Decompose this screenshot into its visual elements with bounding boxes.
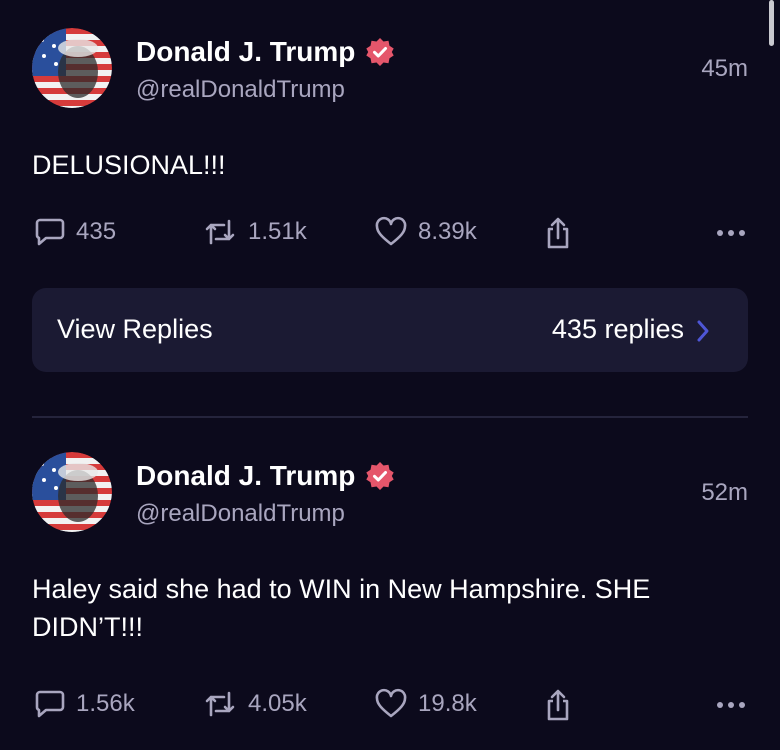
like-count: 19.8k bbox=[418, 690, 477, 717]
reply-button[interactable]: 1.56k bbox=[34, 688, 135, 720]
share-up-icon bbox=[543, 688, 573, 722]
chevron-right-icon bbox=[696, 319, 710, 348]
repost-button[interactable]: 4.05k bbox=[202, 688, 307, 720]
repost-count: 4.05k bbox=[248, 690, 307, 717]
like-count: 8.39k bbox=[418, 218, 477, 245]
author-name-text[interactable]: Donald J. Trump bbox=[136, 36, 355, 68]
reply-count: 1.56k bbox=[76, 690, 135, 717]
repost-arrows-icon bbox=[202, 688, 238, 720]
author-name[interactable]: Donald J. Trump bbox=[136, 460, 395, 492]
avatar[interactable] bbox=[32, 452, 112, 532]
heart-icon bbox=[374, 216, 408, 248]
post-actions: 435 1.51k 8.39k bbox=[32, 216, 748, 256]
more-button[interactable] bbox=[714, 688, 748, 718]
more-button[interactable] bbox=[714, 216, 748, 246]
reply-button[interactable]: 435 bbox=[34, 216, 116, 248]
heart-icon bbox=[374, 688, 408, 720]
verified-badge-icon bbox=[365, 37, 395, 67]
repost-button[interactable]: 1.51k bbox=[202, 216, 307, 248]
author-handle[interactable]: @realDonaldTrump bbox=[136, 76, 345, 104]
more-dots-icon bbox=[714, 688, 748, 718]
repost-arrows-icon bbox=[202, 216, 238, 248]
view-replies-label: View Replies bbox=[57, 314, 213, 344]
speech-bubble-icon bbox=[34, 688, 66, 720]
author-handle[interactable]: @realDonaldTrump bbox=[136, 500, 345, 528]
share-button[interactable] bbox=[543, 688, 573, 722]
replies-count: 435 replies bbox=[551, 314, 684, 344]
repost-count: 1.51k bbox=[248, 218, 307, 245]
share-up-icon bbox=[543, 216, 573, 250]
speech-bubble-icon bbox=[34, 216, 66, 248]
verified-badge-icon bbox=[365, 461, 395, 491]
reply-count: 435 bbox=[76, 218, 117, 245]
view-replies-button[interactable]: View Replies 435 replies bbox=[32, 288, 748, 372]
author-name-text[interactable]: Donald J. Trump bbox=[136, 460, 355, 492]
post-timestamp: 52m bbox=[701, 479, 748, 506]
share-button[interactable] bbox=[543, 216, 573, 250]
post-divider bbox=[32, 416, 748, 418]
author-name[interactable]: Donald J. Trump bbox=[136, 36, 395, 68]
post-text: Haley said she had to WIN in New Hampshi… bbox=[32, 574, 651, 642]
post-actions: 1.56k 4.05k 19.8k bbox=[32, 688, 748, 728]
avatar[interactable] bbox=[32, 28, 112, 108]
post-text: DELUSIONAL!!! bbox=[32, 150, 226, 180]
scrollbar[interactable] bbox=[769, 0, 774, 46]
like-button[interactable]: 19.8k bbox=[374, 688, 477, 720]
like-button[interactable]: 8.39k bbox=[374, 216, 477, 248]
more-dots-icon bbox=[714, 216, 748, 246]
post-timestamp: 45m bbox=[701, 55, 748, 82]
